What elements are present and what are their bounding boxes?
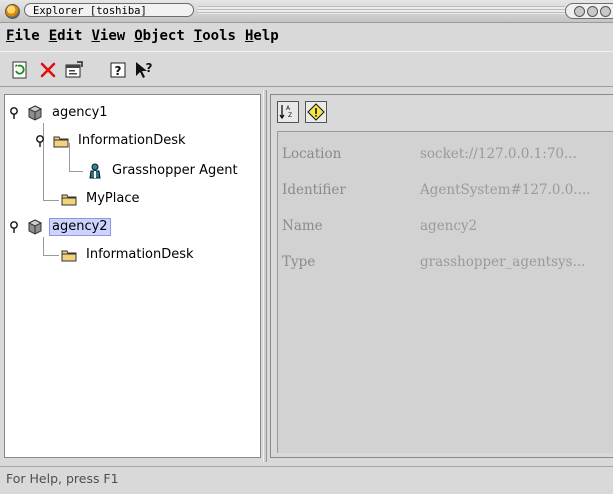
properties-icon [65, 61, 83, 78]
title-bar-stripes [198, 6, 565, 14]
menu-edit[interactable]: Edit [47, 28, 90, 44]
window-controls [565, 3, 613, 19]
expanded-icon[interactable] [35, 135, 45, 147]
menu-tools[interactable]: Tools [192, 28, 243, 44]
properties-panel: A Z Location socket://127.0.0.1:70... Id… [270, 94, 613, 458]
property-value: grasshopper_agentsys... [420, 254, 586, 270]
folder-icon [61, 191, 77, 207]
object-tree[interactable]: agency1 InformationDesk Grasshopper Agen… [4, 94, 261, 458]
tree-item-grasshopper-agent[interactable]: Grasshopper Agent [87, 161, 241, 181]
agent-icon [87, 163, 103, 179]
properties-list: Location socket://127.0.0.1:70... Identi… [277, 131, 613, 453]
property-value: AgentSystem#127.0.0.... [420, 182, 591, 198]
menu-bar: File Edit View Object Tools Help [0, 23, 613, 49]
tree-item-agency2[interactable]: agency2 [9, 217, 111, 237]
tree-label-selected: agency2 [49, 218, 111, 236]
properties-button[interactable] [64, 60, 84, 80]
menu-help[interactable]: Help [243, 28, 286, 44]
delete-icon [40, 62, 56, 78]
menu-file[interactable]: File [4, 28, 47, 44]
window-title: Explorer [toshiba] [24, 3, 194, 17]
minimize-button[interactable] [574, 6, 585, 17]
tree-label: agency1 [52, 105, 108, 120]
svg-text:?: ? [146, 61, 153, 75]
property-value: socket://127.0.0.1:70... [420, 146, 577, 162]
tree-label: MyPlace [86, 191, 140, 206]
folder-icon [53, 133, 69, 149]
property-name: Identifier [282, 182, 346, 198]
context-help-icon: ? [136, 61, 153, 78]
help-button[interactable]: ? [108, 60, 128, 80]
property-name: Type [282, 254, 316, 270]
tree-line [43, 237, 44, 256]
tree-label: Grasshopper Agent [112, 163, 238, 178]
maximize-button[interactable] [587, 6, 598, 17]
sort-button[interactable]: A Z [277, 101, 299, 123]
agency-icon [27, 219, 43, 235]
svg-text:?: ? [115, 64, 122, 78]
warning-button[interactable] [305, 101, 327, 123]
tree-line [69, 171, 83, 172]
warning-icon [307, 103, 325, 121]
help-icon: ? [110, 62, 126, 78]
status-bar: For Help, press F1 [0, 466, 613, 494]
menu-view[interactable]: View [89, 28, 132, 44]
close-button[interactable] [600, 6, 611, 17]
menu-object[interactable]: Object [132, 28, 192, 44]
sort-icon: A Z [279, 105, 292, 120]
agency-icon [27, 105, 43, 121]
delete-button[interactable] [38, 60, 58, 80]
svg-text:Z: Z [288, 112, 292, 119]
refresh-icon [12, 61, 27, 79]
property-name: Location [282, 146, 342, 162]
property-value: agency2 [420, 218, 478, 234]
tree-item-agency1[interactable]: agency1 [9, 103, 111, 123]
window-menu-icon[interactable] [5, 4, 20, 19]
pane-splitter[interactable] [263, 90, 267, 462]
expanded-icon[interactable] [9, 221, 19, 233]
context-help-button[interactable]: ? [134, 60, 154, 80]
title-bar[interactable]: Explorer [toshiba] [0, 0, 613, 23]
svg-text:A: A [286, 105, 291, 112]
tree-item-myplace[interactable]: MyPlace [61, 189, 142, 209]
expanded-icon[interactable] [9, 107, 19, 119]
tree-line [43, 255, 59, 256]
property-name: Name [282, 218, 323, 234]
tree-label: InformationDesk [78, 133, 186, 148]
tree-item-informationdesk[interactable]: InformationDesk [61, 245, 197, 265]
refresh-button[interactable] [10, 60, 30, 80]
tree-line [43, 200, 59, 201]
toolbar: ? ? [0, 51, 613, 87]
tree-item-informationdesk[interactable]: InformationDesk [35, 131, 189, 151]
folder-icon [61, 247, 77, 263]
tree-label: InformationDesk [86, 247, 194, 262]
